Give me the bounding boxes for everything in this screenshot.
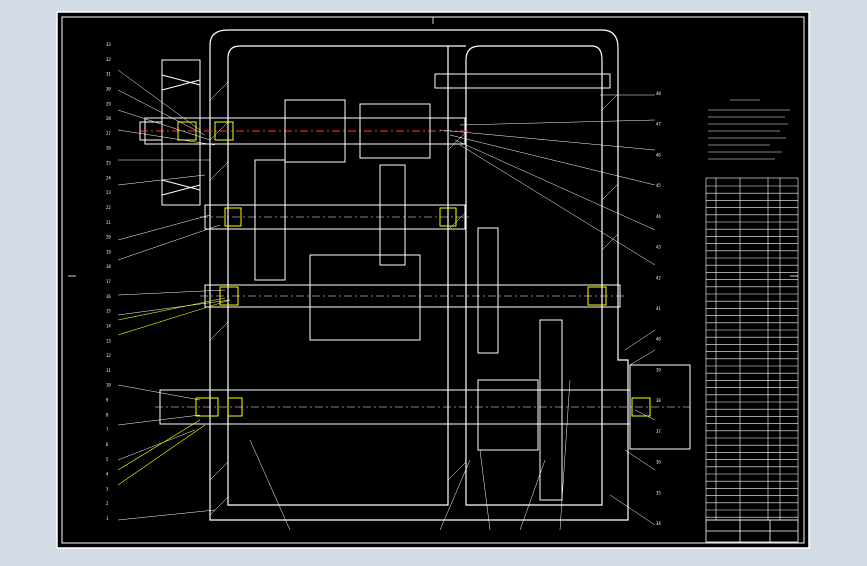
balloon-label: 29: [106, 101, 111, 106]
balloon-label: 10: [106, 383, 111, 388]
balloon-label: 23: [106, 190, 111, 195]
balloon-label: 22: [106, 205, 111, 210]
balloon-label: 15: [106, 309, 111, 314]
balloon-label: 43: [656, 245, 661, 250]
balloon-label: 48: [656, 91, 661, 96]
balloon-label: 33: [106, 42, 111, 47]
balloon-label: 13: [106, 338, 111, 343]
balloon-label: 31: [106, 72, 111, 77]
balloon-label: 20: [106, 235, 111, 240]
balloon-label: 40: [656, 337, 661, 342]
balloon-label: 12: [106, 353, 111, 358]
balloon-label: 14: [106, 323, 111, 328]
balloon-label: 39: [656, 367, 661, 372]
balloon-label: 46: [656, 152, 661, 157]
balloon-label: 30: [106, 86, 111, 91]
balloon-label: 25: [106, 161, 111, 166]
balloon-label: 16: [106, 294, 111, 299]
balloon-label: 36: [656, 460, 661, 465]
balloon-label: 18: [106, 264, 111, 269]
balloon-label: 21: [106, 220, 111, 225]
balloon-label: 24: [106, 175, 111, 180]
balloon-label: 28: [106, 116, 111, 121]
balloon-label: 38: [656, 398, 661, 403]
balloon-label: 42: [656, 275, 661, 280]
drawing-sheet: [56, 11, 810, 549]
balloon-label: 34: [656, 521, 661, 526]
balloon-label: 17: [106, 279, 111, 284]
balloon-label: 37: [656, 429, 661, 434]
balloon-labels-right: 48 47 46 45 44 43 42 41 40 39 38 37 36 35 34: [656, 91, 661, 526]
cad-viewport: 33 32 31 30 29 28 27 26 25 24 23 22 21 20 19 18 17 16 15 14…: [0, 0, 867, 562]
balloon-label: 32: [106, 57, 111, 62]
balloon-label: 41: [656, 306, 661, 311]
balloon-label: 26: [106, 146, 111, 151]
balloon-label: 27: [106, 131, 111, 136]
gearbox-assembly-drawing: 33 32 31 30 29 28 27 26 25 24 23 22 21 20 19 18 17 16 15 14…: [56, 11, 810, 549]
balloon-label: 35: [656, 490, 661, 495]
balloon-label: 44: [656, 214, 661, 219]
balloon-label: 45: [656, 183, 661, 188]
balloon-label: 11: [106, 368, 111, 373]
balloon-label: 47: [656, 122, 661, 127]
balloon-label: 19: [106, 249, 111, 254]
